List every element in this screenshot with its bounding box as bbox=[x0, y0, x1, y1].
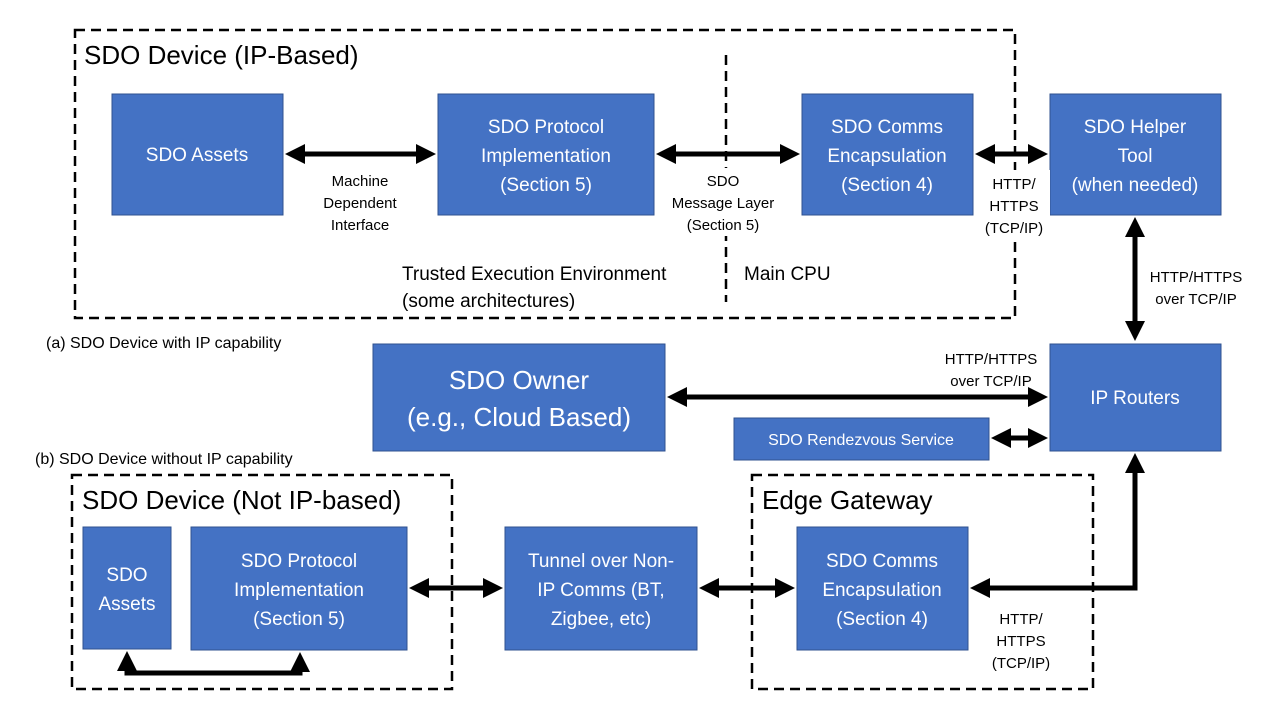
ip-device-title: SDO Device (IP-Based) bbox=[84, 40, 359, 70]
svg-text:(TCP/IP): (TCP/IP) bbox=[985, 220, 1043, 237]
arrow-assets-protocol-nonip bbox=[117, 651, 310, 676]
svg-text:HTTP/HTTPS: HTTP/HTTPS bbox=[1150, 269, 1243, 286]
sdo-owner-box: SDO Owner (e.g., Cloud Based) bbox=[372, 343, 666, 452]
svg-text:SDO: SDO bbox=[707, 173, 740, 190]
sdo-protocol-box: SDO Protocol Implementation (Section 5) bbox=[437, 93, 655, 216]
svg-text:Zigbee, etc): Zigbee, etc) bbox=[551, 609, 651, 630]
svg-text:HTTP/: HTTP/ bbox=[999, 611, 1043, 628]
nonip-protocol-box: SDO Protocol Implementation (Section 5) bbox=[190, 526, 408, 651]
svg-text:Encapsulation: Encapsulation bbox=[822, 580, 941, 601]
arrow-gateway-routers bbox=[970, 453, 1145, 598]
svg-text:Implementation: Implementation bbox=[234, 580, 364, 601]
helper-router-label: HTTP/HTTPS over TCP/IP bbox=[1150, 269, 1243, 308]
svg-text:Tool: Tool bbox=[1118, 146, 1153, 167]
svg-text:SDO Assets: SDO Assets bbox=[146, 145, 248, 166]
edge-gateway-title: Edge Gateway bbox=[762, 485, 933, 515]
machine-dependent-interface-label: Machine Dependent Interface bbox=[323, 173, 397, 234]
svg-text:over TCP/IP: over TCP/IP bbox=[950, 373, 1031, 390]
svg-text:Tunnel over Non-: Tunnel over Non- bbox=[528, 551, 674, 572]
caption-a: (a) SDO Device with IP capability bbox=[46, 335, 281, 352]
nonip-assets-box: SDO Assets bbox=[82, 526, 172, 650]
svg-text:(e.g., Cloud Based): (e.g., Cloud Based) bbox=[407, 402, 631, 432]
svg-text:SDO Protocol: SDO Protocol bbox=[241, 551, 357, 572]
svg-text:HTTP/HTTPS: HTTP/HTTPS bbox=[945, 351, 1038, 368]
svg-text:HTTP/: HTTP/ bbox=[992, 176, 1036, 193]
svg-text:SDO Owner: SDO Owner bbox=[449, 365, 589, 395]
svg-text:SDO: SDO bbox=[106, 565, 147, 586]
svg-text:(Section 5): (Section 5) bbox=[253, 609, 345, 630]
svg-text:(Section 5): (Section 5) bbox=[687, 217, 760, 234]
svg-text:SDO Helper: SDO Helper bbox=[1084, 117, 1187, 138]
http-label-bottom: HTTP/ HTTPS (TCP/IP) bbox=[992, 611, 1050, 672]
svg-text:HTTPS: HTTPS bbox=[996, 633, 1045, 650]
sdo-assets-box: SDO Assets bbox=[111, 93, 284, 216]
svg-text:IP Comms (BT,: IP Comms (BT, bbox=[537, 580, 664, 601]
rendezvous-box: SDO Rendezvous Service bbox=[733, 417, 990, 461]
tee-label-sub: (some architectures) bbox=[402, 291, 575, 312]
gateway-comms-box: SDO Comms Encapsulation (Section 4) bbox=[796, 526, 969, 651]
sdo-architecture-diagram: SDO Device (IP-Based) SDO Device (Not IP… bbox=[35, 28, 1243, 691]
owner-router-label: HTTP/HTTPS over TCP/IP bbox=[945, 351, 1038, 390]
svg-text:Interface: Interface bbox=[331, 217, 389, 234]
svg-text:(TCP/IP): (TCP/IP) bbox=[992, 655, 1050, 672]
svg-text:(Section 4): (Section 4) bbox=[841, 175, 933, 196]
svg-text:SDO Rendezvous Service: SDO Rendezvous Service bbox=[768, 432, 954, 449]
ip-routers-box: IP Routers bbox=[1049, 343, 1222, 452]
svg-text:HTTPS: HTTPS bbox=[989, 198, 1038, 215]
message-layer-label: SDO Message Layer (Section 5) bbox=[670, 168, 780, 236]
svg-text:Dependent: Dependent bbox=[323, 195, 397, 212]
svg-text:Assets: Assets bbox=[98, 594, 155, 615]
caption-b: (b) SDO Device without IP capability bbox=[35, 451, 293, 468]
svg-text:Message Layer: Message Layer bbox=[672, 195, 775, 212]
main-cpu-label: Main CPU bbox=[744, 264, 831, 285]
svg-text:(Section 5): (Section 5) bbox=[500, 175, 592, 196]
svg-text:IP Routers: IP Routers bbox=[1090, 388, 1179, 409]
svg-text:Implementation: Implementation bbox=[481, 146, 611, 167]
svg-text:Machine: Machine bbox=[332, 173, 389, 190]
http-label-top: HTTP/ HTTPS (TCP/IP) bbox=[978, 170, 1050, 237]
sdo-comms-box: SDO Comms Encapsulation (Section 4) bbox=[801, 93, 974, 216]
tunnel-box: Tunnel over Non- IP Comms (BT, Zigbee, e… bbox=[504, 526, 698, 651]
svg-text:(when needed): (when needed) bbox=[1072, 175, 1199, 196]
nonip-device-title: SDO Device (Not IP-based) bbox=[82, 485, 401, 515]
svg-text:over TCP/IP: over TCP/IP bbox=[1155, 291, 1236, 308]
sdo-helper-box: SDO Helper Tool (when needed) bbox=[1049, 93, 1222, 216]
svg-text:SDO Comms: SDO Comms bbox=[831, 117, 943, 138]
tee-label: Trusted Execution Environment bbox=[402, 264, 667, 285]
svg-text:SDO Comms: SDO Comms bbox=[826, 551, 938, 572]
svg-text:SDO Protocol: SDO Protocol bbox=[488, 117, 604, 138]
svg-text:Encapsulation: Encapsulation bbox=[827, 146, 946, 167]
svg-text:(Section 4): (Section 4) bbox=[836, 609, 928, 630]
